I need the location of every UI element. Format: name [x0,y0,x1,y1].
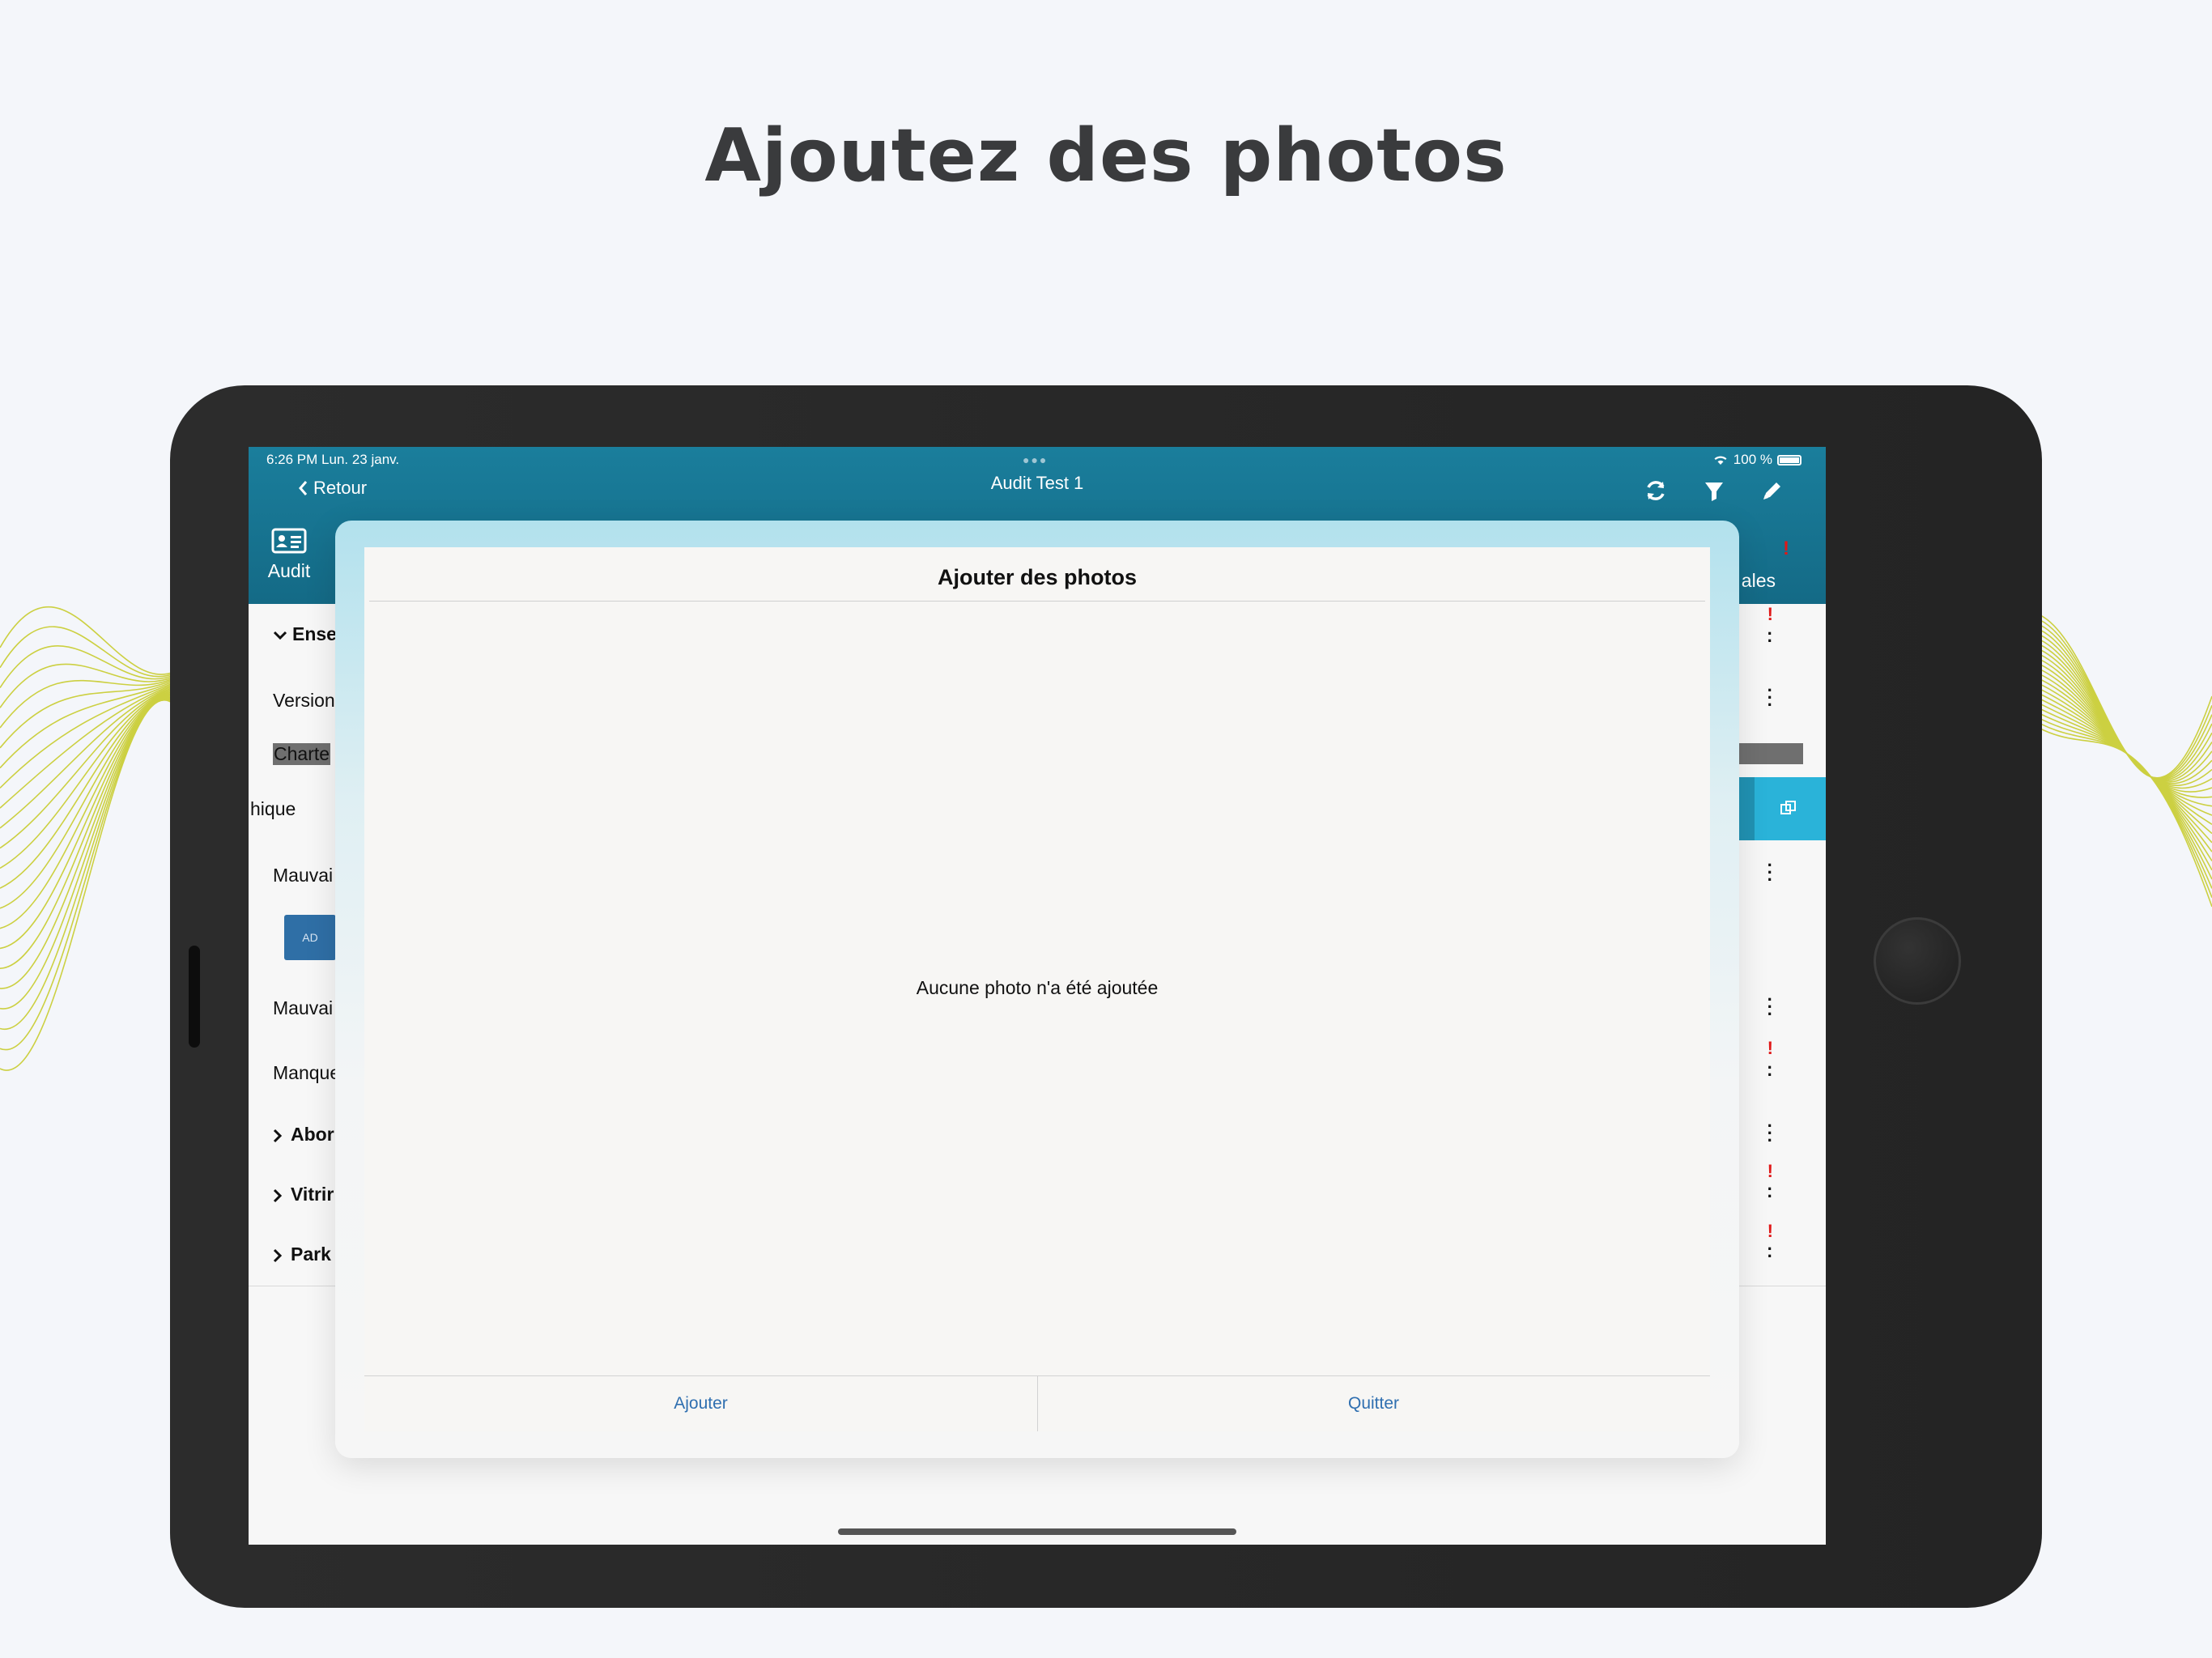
tab-audit[interactable]: Audit [257,528,321,582]
alert-icon: ! [1767,1038,1773,1058]
list-item-label: Park [273,1244,331,1265]
chevron-right-icon [273,1248,283,1262]
more-vertical-icon[interactable]: · · · [1767,682,1773,714]
chevron-down-icon [273,631,287,640]
alert-icon: ! [1767,604,1773,624]
tablet-home-button [1874,917,1961,1005]
status-time-date: 6:26 PM Lun. 23 janv. [266,452,400,467]
id-card-icon [271,528,307,554]
empty-state-message: Aucune photo n'a été ajoutée [916,977,1159,998]
tab-audit-label: Audit [267,560,311,581]
list-item-label: Mauvai [273,997,334,1018]
multitask-dots-icon[interactable]: ●●● [1023,453,1048,466]
more-vertical-icon[interactable]: · · [1767,1180,1773,1205]
copy-icon [1780,801,1796,814]
list-item-label: Ense [273,623,337,645]
more-vertical-icon[interactable]: · · · [1767,1117,1773,1150]
list-item-label: Version [273,690,335,711]
list-item-label: Vitrir [273,1184,334,1205]
edit-pencil-icon[interactable] [1756,474,1789,507]
modal-divider [369,601,1705,602]
list-item-label: Mauvai [273,865,334,886]
more-vertical-icon[interactable]: · · [1767,1059,1773,1084]
alert-icon: ! [1783,538,1789,559]
more-vertical-icon[interactable]: · · · [1767,857,1773,889]
nav-title: Audit Test 1 [990,473,1084,493]
tablet-side-button [189,946,200,1048]
highlighted-label: Charte [273,743,331,765]
wifi-icon [1714,456,1727,465]
battery-icon [1777,454,1802,466]
tab-partial[interactable]: ales [1742,570,1776,592]
add-photos-modal: Ajouter des photos Aucune photo n'a été … [364,547,1710,1431]
more-vertical-icon[interactable]: · · [1767,625,1773,650]
status-right: 100 % [1712,452,1802,468]
highlight-bar [1738,743,1803,764]
battery-percent: 100 % [1733,452,1772,467]
filter-icon[interactable] [1698,474,1730,507]
sync-icon[interactable] [1640,474,1672,507]
list-item-label: hique [250,798,296,819]
list-item-label: Manque [273,1062,341,1083]
chevron-right-icon [273,1129,283,1142]
tab-partial-label: ales [1741,570,1776,591]
more-vertical-icon[interactable]: · · [1767,1240,1773,1265]
modal-title: Ajouter des photos [937,565,1137,589]
more-vertical-icon[interactable]: · · · [1767,991,1773,1023]
tile-strip [1738,777,1755,840]
quit-button[interactable]: Quitter [1037,1394,1710,1414]
duplicate-button[interactable] [1738,777,1826,840]
home-indicator [838,1528,1236,1535]
chevron-right-icon [273,1188,283,1202]
list-item-label: Abor [273,1124,334,1146]
photo-thumbnail[interactable]: AD [284,915,336,960]
add-button[interactable]: Ajouter [364,1394,1037,1414]
alert-icon: ! [1767,1161,1773,1181]
alert-icon: ! [1767,1221,1773,1241]
page-headline: Ajoutez des photos [704,113,1508,198]
